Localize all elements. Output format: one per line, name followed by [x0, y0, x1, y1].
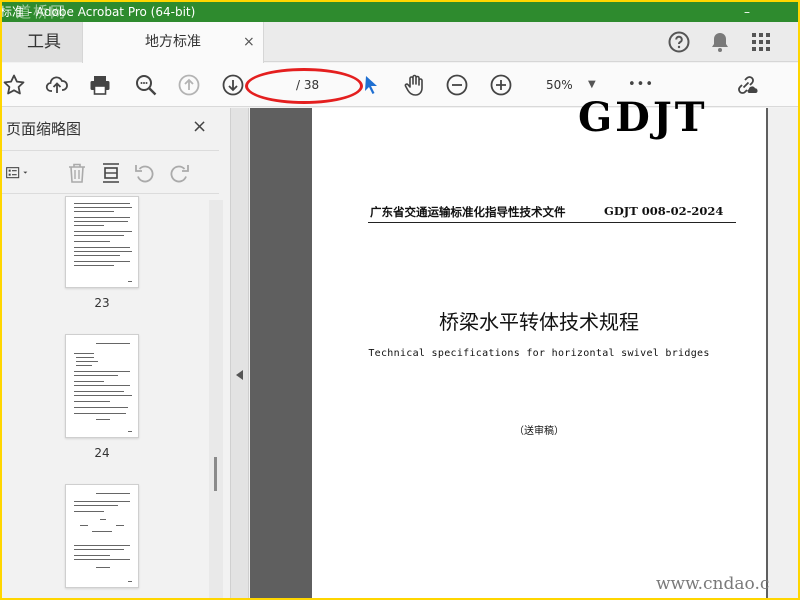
upload-cloud-icon[interactable] — [45, 73, 69, 97]
next-page-icon[interactable] — [221, 73, 245, 97]
tab-close-icon[interactable]: × — [243, 22, 255, 62]
zoom-level-value: 50% — [546, 78, 573, 92]
panel-collapse-rail[interactable] — [231, 108, 249, 598]
tab-document[interactable]: 地方标准 × — [82, 22, 264, 63]
red-annotation-circle — [245, 68, 363, 104]
previous-page-icon[interactable] — [177, 73, 201, 97]
page-thumbnail-label: 24 — [94, 446, 110, 460]
header-divider — [368, 222, 736, 223]
select-cursor-icon[interactable] — [360, 73, 384, 97]
title-bar: 标准 - Adobe Acrobat Pro (64-bit) 道桥网 – — [2, 2, 798, 22]
help-icon[interactable] — [667, 30, 691, 54]
zoom-in-icon[interactable] — [489, 73, 513, 97]
scrollbar-thumb[interactable] — [214, 457, 217, 491]
thumbnail-scrollbar[interactable] — [209, 200, 223, 598]
page-thumbnail-label: 25 — [65, 596, 139, 598]
panel-close-icon[interactable]: × — [192, 116, 207, 137]
site-logo-watermark: 道桥网 — [16, 3, 68, 21]
rotate-clockwise-icon[interactable] — [167, 161, 191, 185]
apps-grid-icon[interactable] — [749, 30, 773, 54]
insert-page-icon[interactable] — [99, 161, 123, 185]
rotate-counterclockwise-icon[interactable] — [133, 161, 157, 185]
collapse-arrow-icon[interactable] — [236, 370, 243, 380]
notification-bell-icon[interactable] — [708, 30, 732, 54]
document-title-cn: 桥梁水平转体技术规程 — [439, 310, 639, 334]
page-thumbnail-label: 23 — [94, 296, 110, 310]
print-icon[interactable] — [88, 73, 112, 97]
acrobat-window: 标准 - Adobe Acrobat Pro (64-bit) 道桥网 – 工具… — [2, 2, 798, 598]
site-watermark: www.cndao.c — [656, 574, 770, 594]
share-link-icon[interactable] — [734, 73, 758, 97]
page-thumbnail-24[interactable] — [65, 334, 139, 438]
bookmark-star-icon[interactable] — [2, 73, 26, 97]
panel-title: 页面缩略图 — [6, 120, 82, 138]
thumbnail-toolbar — [2, 150, 219, 194]
minimize-button[interactable]: – — [740, 2, 754, 22]
document-view[interactable]: GDJT 广东省交通运输标准化指导性技术文件 GDJT 008-02-2024 … — [250, 94, 798, 598]
page-thumbnails-panel: 页面缩略图 × 23 24 — [2, 108, 231, 598]
issuer-header: 广东省交通运输标准化指导性技术文件 — [370, 205, 566, 219]
draft-status: （送审稿） — [514, 426, 564, 437]
tab-document-label: 地方标准 — [145, 34, 201, 50]
document-title-en: Technical specifications for horizontal … — [368, 348, 710, 359]
pdf-page: GDJT 广东省交通运输标准化指导性技术文件 GDJT 008-02-2024 … — [312, 94, 766, 598]
document-scrollbar[interactable] — [768, 108, 798, 598]
zoom-out-icon[interactable] — [445, 73, 469, 97]
standard-number: GDJT 008-02-2024 — [604, 204, 724, 218]
tab-tools[interactable]: 工具 — [2, 22, 82, 62]
page-thumbnail-23[interactable] — [65, 196, 139, 288]
thumbnail-options-icon[interactable] — [6, 161, 42, 185]
hand-tool-icon[interactable] — [402, 73, 426, 97]
zoom-search-icon[interactable] — [134, 73, 158, 97]
delete-trash-icon[interactable] — [65, 161, 89, 185]
standard-logo: GDJT — [578, 94, 708, 141]
tab-bar: 工具 地方标准 × — [2, 22, 798, 63]
page-thumbnail-25[interactable] — [65, 484, 139, 588]
